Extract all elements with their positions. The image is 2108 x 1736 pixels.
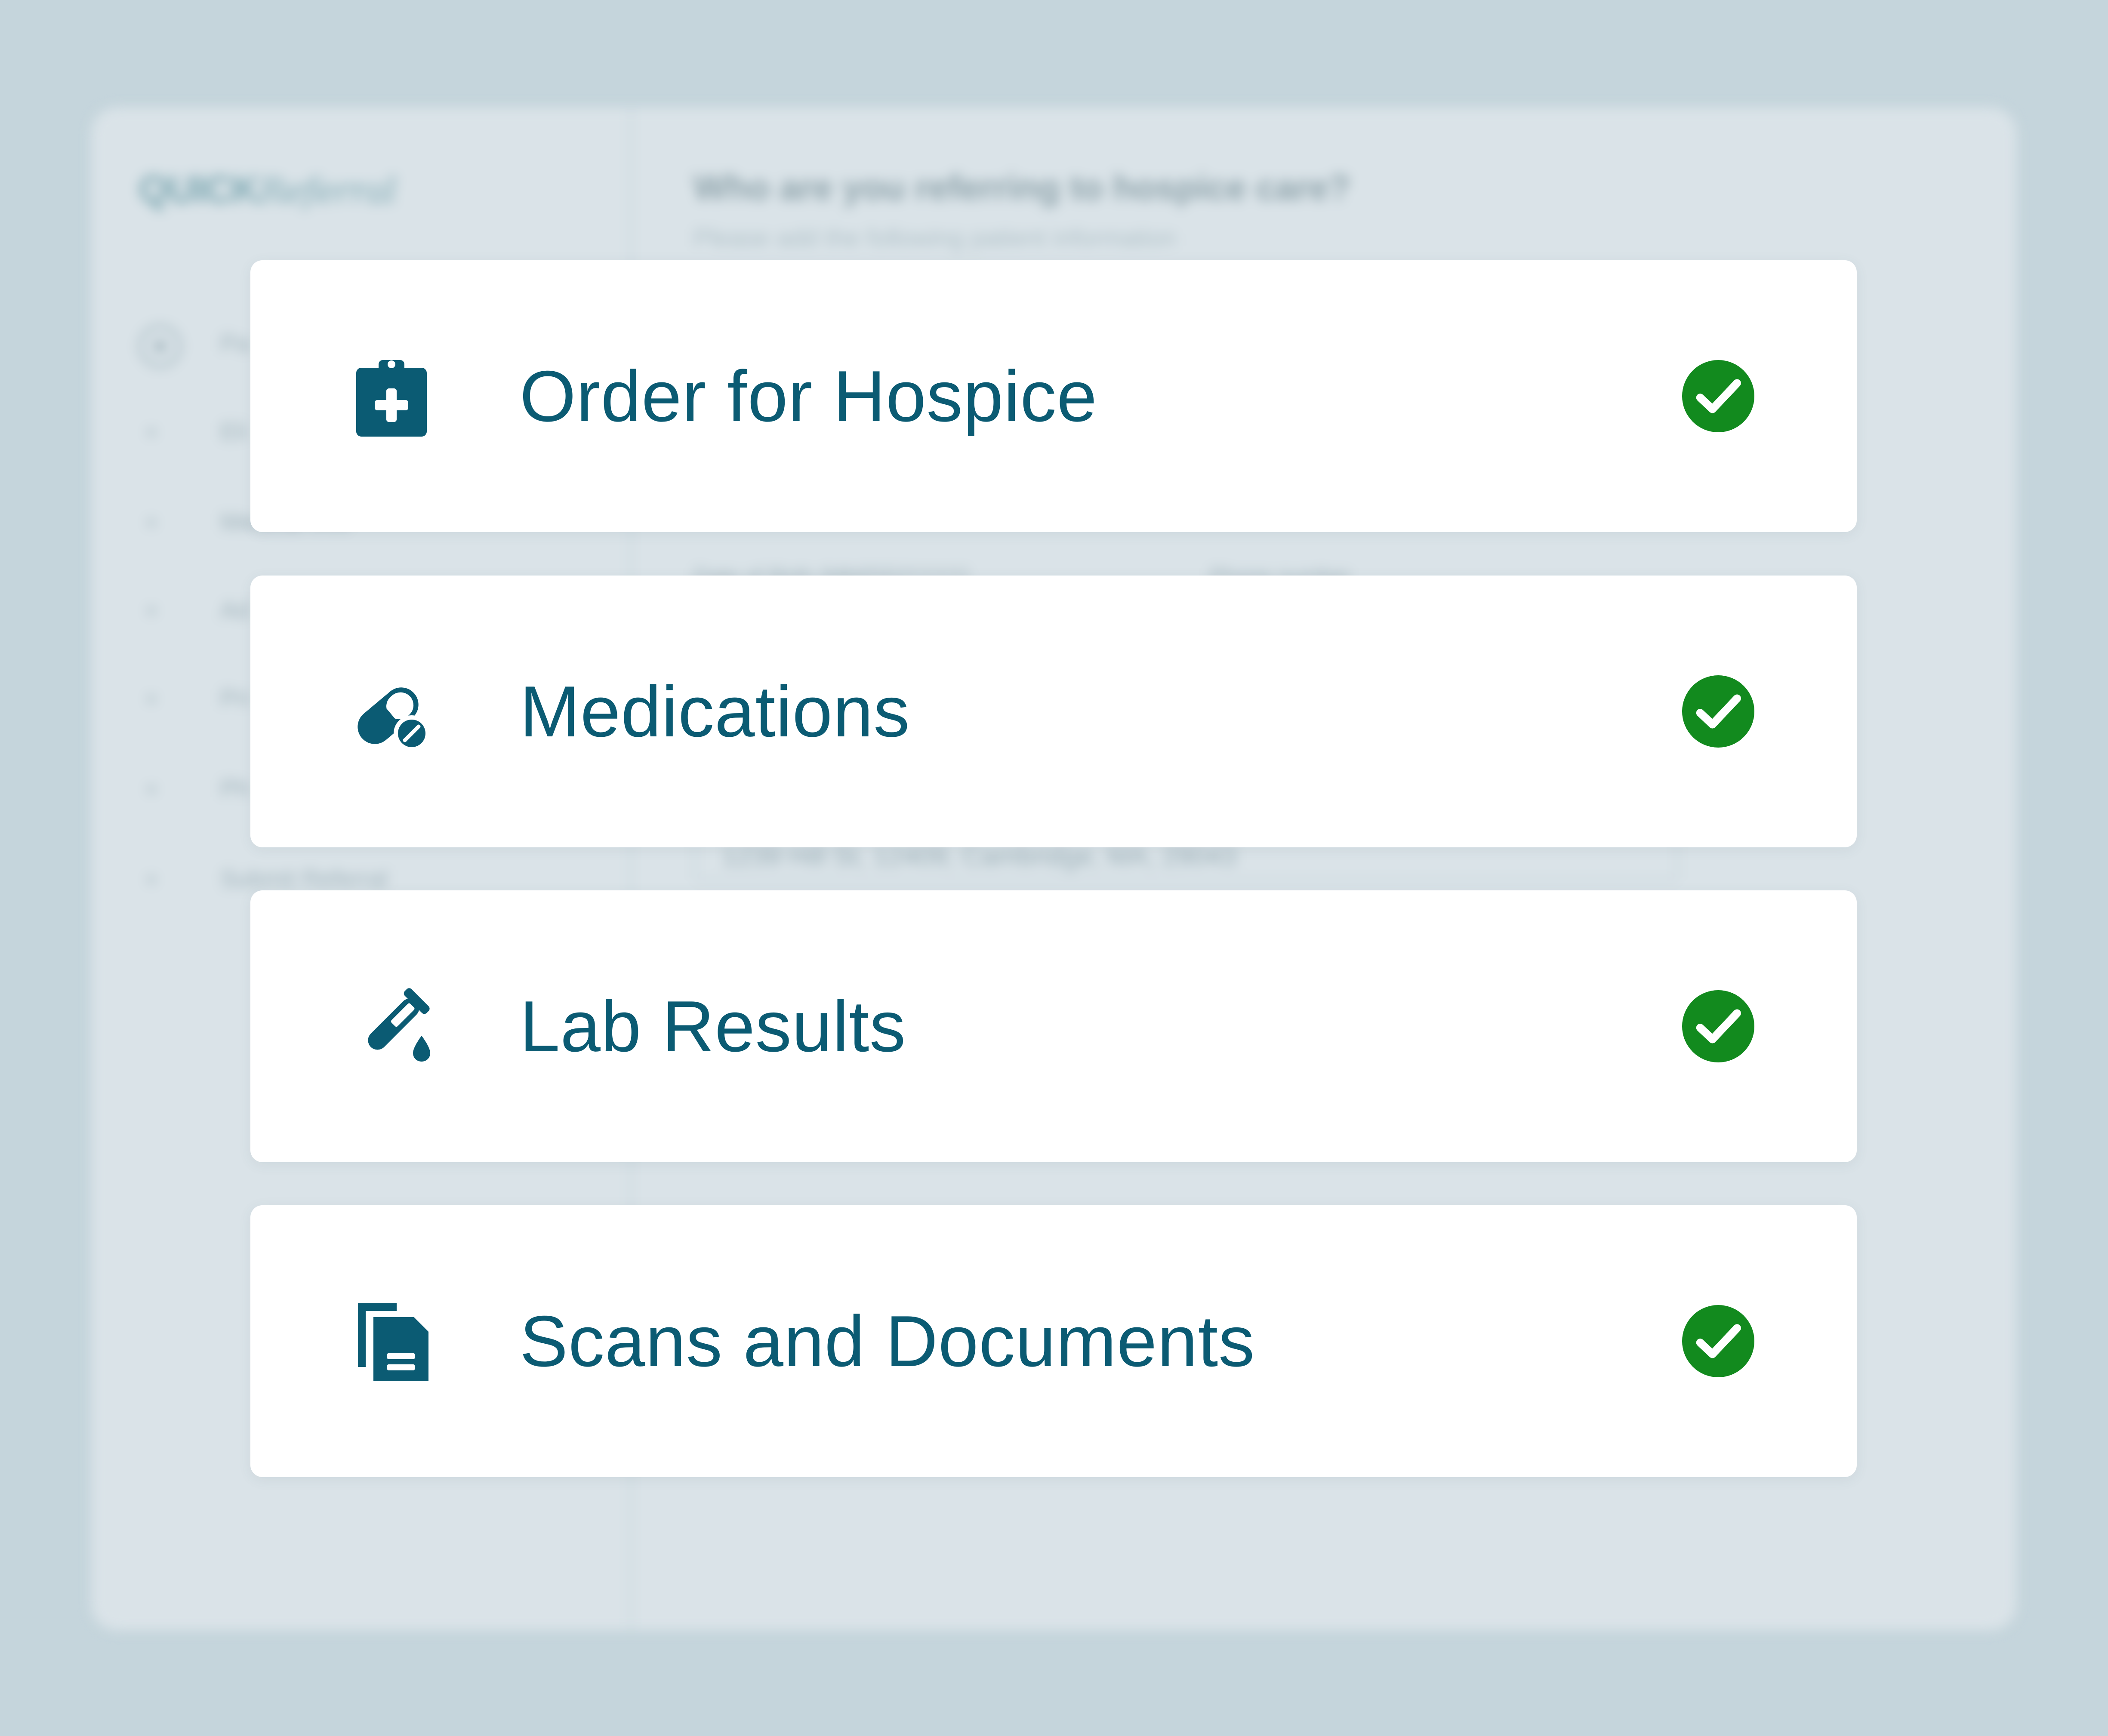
sidebar-step: Submit Referral [220,865,388,892]
step-dot-icon [147,875,156,884]
sidebar-step: Ad [220,596,250,623]
check-circle-icon [1682,360,1754,432]
active-step-indicator-icon [139,325,182,368]
card-order-for-hospice[interactable]: Order for Hospice [250,260,1857,532]
sidebar-step: Eli [220,418,247,445]
documents-icon [348,1298,435,1384]
page-subheading: Please add the following patient informa… [693,224,1177,252]
pills-icon [348,668,435,754]
page-heading: Who are you referring to hospice care? [693,168,1350,207]
sidebar-step: Ph [220,775,250,802]
card-label: Lab Results [520,986,906,1067]
card-lab-results[interactable]: Lab Results [250,890,1857,1162]
check-circle-icon [1682,990,1754,1062]
sidebar-step: Pa [220,329,250,357]
step-dot-icon [147,695,156,703]
step-dot-icon [147,606,156,615]
step-dot-icon [147,785,156,794]
clipboard-medical-icon [348,353,435,439]
logo-brand: QUICK [139,168,260,211]
test-tube-icon [348,983,435,1069]
card-scans-and-documents[interactable]: Scans and Documents [250,1205,1857,1477]
step-dot-icon [147,428,156,437]
card-label: Medications [520,671,910,752]
check-circle-icon [1682,1305,1754,1377]
sidebar-step: Pri [220,684,250,711]
logo: QUICKReferral [139,168,397,212]
logo-script: Referral [259,171,397,211]
card-medications[interactable]: Medications [250,576,1857,847]
card-label: Order for Hospice [520,356,1097,437]
card-label: Scans and Documents [520,1301,1255,1382]
check-circle-icon [1682,675,1754,748]
step-dot-icon [147,518,156,527]
